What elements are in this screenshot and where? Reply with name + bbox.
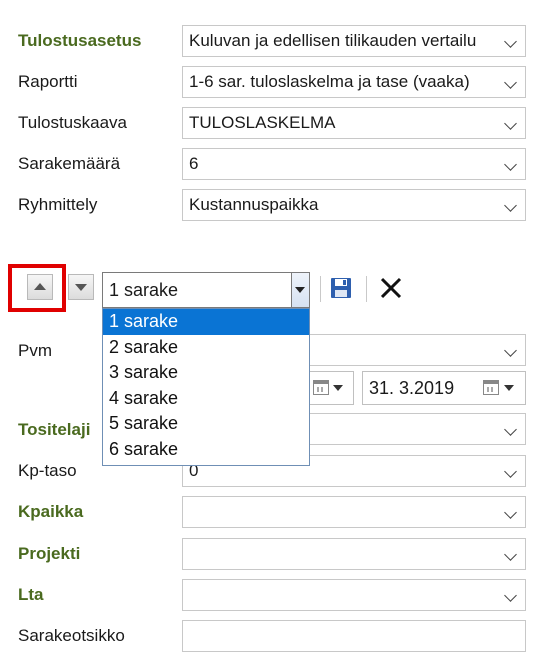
cost-center-label: Kpaikka [18,502,84,521]
chevron-down-icon [504,76,517,89]
project-label: Projekti [18,544,81,563]
voucher-type-label: Tositelaji [18,420,91,439]
dropdown-arrow-icon [504,385,514,391]
dropdown-option[interactable]: 3 sarake [103,360,309,386]
toolbar-separator [320,276,321,302]
lta-select[interactable] [182,579,526,611]
dropdown-option[interactable]: 4 sarake [103,386,309,412]
chevron-down-icon [295,287,305,293]
calendar-icon [483,380,499,395]
cost-center-select[interactable] [182,496,526,528]
print-template-value: TULOSLASKELMA [189,113,336,132]
chevron-down-icon [504,548,517,561]
column-select[interactable]: 1 sarake [102,272,310,308]
column-count-select[interactable]: 6 [182,148,526,180]
chevron-down-icon [504,589,517,602]
chevron-down-icon [504,344,517,357]
move-up-highlight [8,264,66,312]
dropdown-arrow-icon [333,385,343,391]
print-template-select[interactable]: TULOSLASKELMA [182,107,526,139]
grouping-select[interactable]: Kustannuspaikka [182,189,526,221]
dropdown-option[interactable]: 5 sarake [103,411,309,437]
dropdown-option[interactable]: 6 sarake [103,437,309,463]
chevron-down-icon [504,199,517,212]
chevron-down-icon [504,506,517,519]
calendar-icon [313,380,329,395]
cost-center-level-label: Kp-taso [18,461,77,480]
date-end-field[interactable]: 31. 3.2019 [362,371,526,405]
chevron-down-icon [504,35,517,48]
lta-label: Lta [18,585,44,604]
column-select-value: 1 sarake [109,280,179,300]
column-select-dropdown-button[interactable] [291,273,309,307]
print-setting-select[interactable]: Kuluvan ja edellisen tilikauden vertailu [182,25,526,57]
chevron-down-icon [504,117,517,130]
date-label: Pvm [18,341,52,360]
arrow-down-icon [75,284,87,291]
date-end-value: 31. 3.2019 [369,378,455,398]
toolbar-separator [366,276,367,302]
dropdown-option[interactable]: 1 sarake [103,309,309,335]
print-setting-value: Kuluvan ja edellisen tilikauden vertailu [189,31,477,50]
print-setting-label: Tulostusasetus [18,31,142,50]
column-dropdown-list: 1 sarake 2 sarake 3 sarake 4 sarake 5 sa… [102,308,310,466]
column-count-label: Sarakemäärä [18,154,121,173]
project-select[interactable] [182,538,526,570]
report-select[interactable]: 1-6 sar. tuloslaskelma ja tase (vaaka) [182,66,526,98]
chevron-down-icon [504,158,517,171]
chevron-down-icon [504,423,517,436]
save-icon[interactable] [330,277,352,299]
close-icon[interactable] [378,275,404,301]
column-header-input[interactable] [182,620,526,652]
column-header-label: Sarakeotsikko [18,626,125,645]
print-template-label: Tulostuskaava [18,113,127,132]
grouping-label: Ryhmittely [18,195,98,214]
chevron-down-icon [504,465,517,478]
grouping-value: Kustannuspaikka [189,195,319,214]
dropdown-option[interactable]: 2 sarake [103,335,309,361]
column-count-value: 6 [189,154,199,173]
move-down-button[interactable] [68,274,94,300]
report-value: 1-6 sar. tuloslaskelma ja tase (vaaka) [189,72,470,91]
report-label: Raportti [18,72,78,91]
